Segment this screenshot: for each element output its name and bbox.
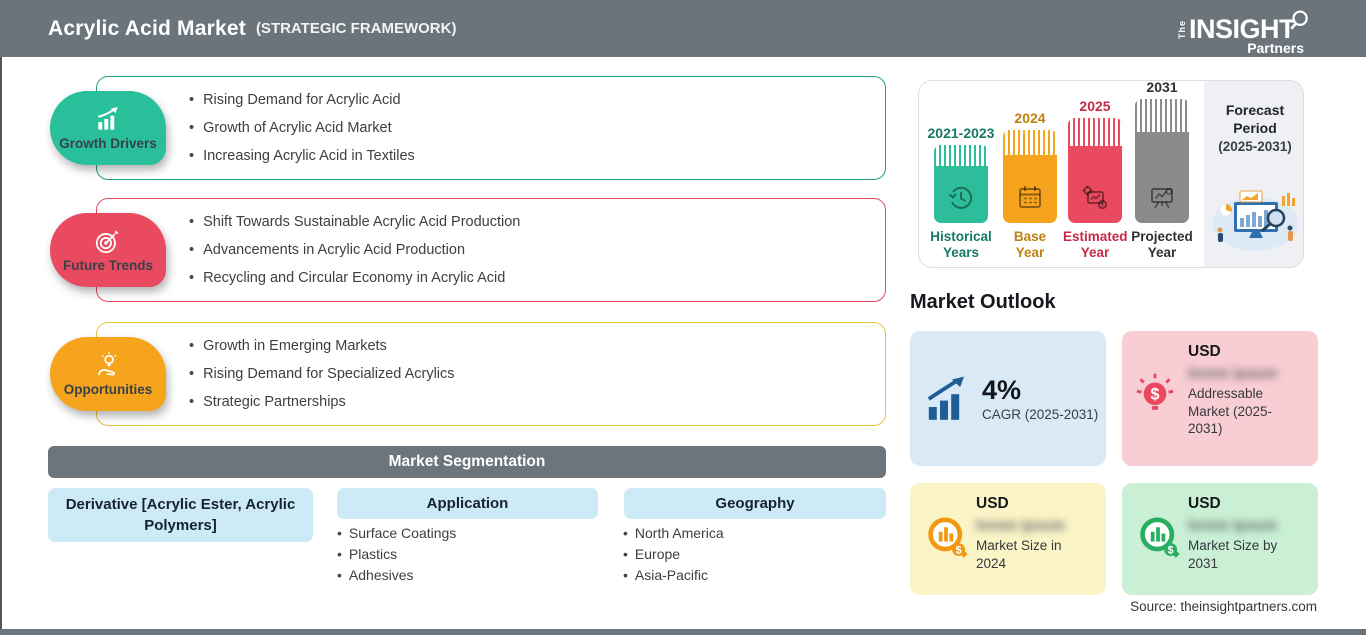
timeline-base-year: 2024 Base Year [1003, 81, 1057, 260]
opportunities-list: Growth in Emerging Markets Rising Demand… [97, 332, 885, 416]
target-dart-icon [95, 229, 119, 253]
timeline-caption: Base Year [1013, 229, 1047, 260]
redacted-value: lorem ipsum [1188, 365, 1278, 382]
market-segmentation-bar: Market Segmentation [48, 446, 886, 478]
list-item: Plastics [337, 544, 456, 565]
forecast-period-label: Forecast Period [1225, 102, 1285, 136]
list-item: Surface Coatings [337, 523, 456, 544]
list-item: Rising Demand for Acrylic Acid [189, 86, 885, 114]
projection-screen-icon [1151, 188, 1173, 209]
card-label: Addressable Market (2025-2031) [1188, 386, 1273, 436]
logo-the-text: The [1176, 19, 1187, 39]
timeline-caption: Historical Years [930, 229, 992, 260]
lightbulb-dollar-icon: $ [1136, 373, 1174, 410]
market-size-2031-card: $ USD lorem ipsum Market Size by 2031 [1122, 483, 1318, 595]
cagr-label: CAGR (2025-2031) [982, 407, 1099, 422]
timeline-year-label: 2024 [1014, 110, 1046, 126]
left-edge-divider [0, 0, 2, 635]
cagr-card: 4% CAGR (2025-2031) [910, 331, 1106, 466]
growth-drivers-badge: Growth Drivers [50, 91, 166, 165]
list-item: Rising Demand for Specialized Acrylics [189, 360, 885, 388]
growth-drivers-list: Rising Demand for Acrylic Acid Growth of… [97, 86, 885, 170]
list-item: Advancements in Acrylic Acid Production [189, 236, 885, 264]
timeline-bar [934, 145, 988, 223]
page-subtitle: (STRATEGIC FRAMEWORK) [255, 20, 457, 37]
segmentation-header-application: Application [337, 488, 598, 519]
list-item: Growth in Emerging Markets [189, 332, 885, 360]
list-item: Europe [623, 544, 724, 565]
cagr-value: 4% [982, 375, 1022, 405]
opportunities-section: Opportunities Growth in Emerging Markets… [50, 322, 886, 426]
svg-text:$: $ [1168, 544, 1174, 556]
acrylic-acid-market-infographic: Acrylic Acid Market (STRATEGIC FRAMEWORK… [0, 0, 1366, 635]
currency-label: USD [976, 495, 1009, 512]
badge-label: Opportunities [63, 381, 153, 397]
insight-partners-logo: The INSIGHT Partners [1177, 10, 1310, 56]
timeline-caption: Projected Year [1131, 229, 1193, 260]
geography-list: North America Europe Asia-Pacific [623, 523, 724, 586]
market-outlook-title: Market Outlook [910, 291, 1056, 313]
timeline-bar [1003, 130, 1057, 223]
timeline-estimated-year: 2025 Estimated Year [1063, 81, 1128, 260]
history-clock-icon [948, 186, 973, 209]
list-item: Growth of Acrylic Acid Market [189, 114, 885, 142]
page-title: Acrylic Acid Market [48, 16, 246, 40]
growth-chart-icon [98, 106, 118, 130]
badge-label: Future Trends [62, 257, 153, 273]
timeline-year-label: 2031 [1146, 79, 1178, 95]
future-trends-list: Shift Towards Sustainable Acrylic Acid P… [97, 208, 885, 292]
timeline-bar [1135, 99, 1189, 223]
segmentation-header-geography: Geography [624, 488, 886, 519]
timeline-bar [1068, 118, 1122, 223]
forecast-period-range: (2025-2031) [1218, 139, 1292, 154]
magnifier-chart-icon: $ [928, 516, 968, 558]
svg-text:$: $ [956, 544, 962, 556]
segmentation-header-derivative: Derivative [Acrylic Ester, Acrylic Polym… [48, 488, 313, 542]
timeline-historical-years: 2021-2023 Historical Years [928, 81, 995, 260]
market-size-2024-card: $ USD lorem ipsum Market Size in 2024 [910, 483, 1106, 595]
logo-insight-text: INSIGHT [1188, 14, 1296, 44]
list-item: Adhesives [337, 565, 456, 586]
source-attribution: Source: theinsightpartners.com [1130, 599, 1317, 614]
list-item: Recycling and Circular Economy in Acryli… [189, 264, 885, 292]
list-item: Asia-Pacific [623, 565, 724, 586]
addressable-market-card: $ USD lorem ipsum Addressable Market (20… [1122, 331, 1318, 466]
header-bar: Acrylic Acid Market (STRATEGIC FRAMEWORK… [0, 0, 1366, 57]
future-trends-badge: Future Trends [50, 213, 166, 287]
bottom-divider-bar [0, 629, 1366, 635]
application-list: Surface Coatings Plastics Adhesives [337, 523, 456, 586]
svg-text:$: $ [1151, 385, 1160, 403]
list-item: Strategic Partnerships [189, 388, 885, 416]
currency-label: USD [1188, 495, 1221, 512]
timeline-caption: Estimated Year [1063, 229, 1128, 260]
currency-label: USD [1188, 343, 1221, 360]
magnifier-icon [1290, 10, 1308, 30]
estimate-calculator-icon [1082, 185, 1108, 210]
growth-drivers-section: Growth Drivers Rising Demand for Acrylic… [50, 76, 886, 180]
opportunities-badge: Opportunities [50, 337, 166, 411]
header-titles: Acrylic Acid Market (STRATEGIC FRAMEWORK… [48, 0, 456, 57]
badge-label: Growth Drivers [59, 135, 157, 151]
magnifier-dollar-icon: $ [1140, 516, 1180, 558]
hand-lightbulb-icon [98, 351, 117, 376]
forecast-illustration [1212, 190, 1298, 251]
timeline-year-label: 2025 [1079, 98, 1111, 114]
card-label: Market Size by 2031 [1188, 538, 1278, 571]
list-item: North America [623, 523, 724, 544]
calendar-icon [1019, 186, 1041, 208]
forecast-timeline-card: 2021-2023 Historical Years 2024 Base Yea… [918, 79, 1304, 268]
list-item: Increasing Acrylic Acid in Textiles [189, 142, 885, 170]
card-label: Market Size in 2024 [976, 538, 1062, 571]
redacted-value: lorem ipsum [1188, 517, 1278, 534]
timeline-projected-year: 2031 Projected Year [1131, 79, 1193, 260]
growth-bars-arrow-icon [927, 376, 964, 420]
timeline-year-label: 2021-2023 [927, 125, 995, 141]
redacted-value: lorem ipsum [976, 517, 1066, 534]
future-trends-section: Future Trends Shift Towards Sustainable … [50, 198, 886, 302]
list-item: Shift Towards Sustainable Acrylic Acid P… [189, 208, 885, 236]
